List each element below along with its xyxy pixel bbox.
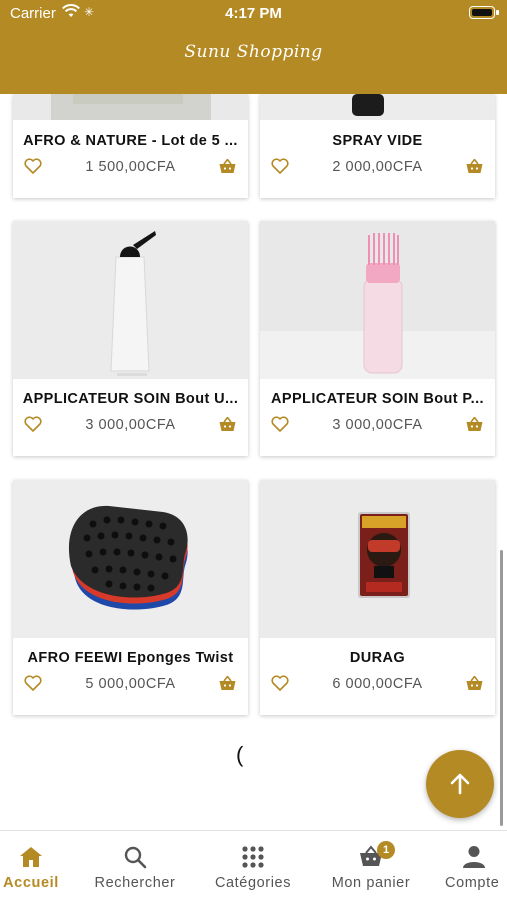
product-name[interactable]: APPLICATEUR SOIN Bout U... xyxy=(21,391,240,407)
tab-accueil[interactable]: Accueil xyxy=(0,831,62,900)
product-card[interactable]: AFRO & NATURE - Lot de 5 ... 1 500,00CFA xyxy=(13,94,248,198)
scroll-to-top-button[interactable] xyxy=(426,750,494,818)
cart-count-badge: 1 xyxy=(377,841,395,859)
product-name[interactable]: AFRO FEEWI Eponges Twist xyxy=(21,650,240,666)
tab-label: Accueil xyxy=(3,875,59,891)
battery-icon xyxy=(469,6,499,19)
app-header: Carrier ✳ 4:17 PM Sunu Shopping xyxy=(0,0,507,94)
product-image[interactable] xyxy=(13,221,248,379)
product-name[interactable]: DURAG xyxy=(268,650,487,666)
product-price: 3 000,00CFA xyxy=(332,417,423,433)
heart-icon[interactable] xyxy=(271,158,289,174)
loading-spinner: ( xyxy=(236,742,244,767)
product-image[interactable] xyxy=(260,94,495,120)
tab-mon-panier[interactable]: 1 Mon panier xyxy=(322,831,420,900)
product-price: 6 000,00CFA xyxy=(332,676,423,692)
product-image[interactable] xyxy=(13,480,248,638)
heart-icon[interactable] xyxy=(271,675,289,691)
product-price: 5 000,00CFA xyxy=(85,676,176,692)
clock: 4:17 PM xyxy=(225,5,282,22)
add-to-cart-icon[interactable] xyxy=(466,159,483,174)
heart-icon[interactable] xyxy=(24,158,42,174)
product-price: 3 000,00CFA xyxy=(85,417,176,433)
add-to-cart-icon[interactable] xyxy=(219,417,236,432)
add-to-cart-icon[interactable] xyxy=(466,676,483,691)
arrow-up-icon xyxy=(450,773,470,795)
product-price: 1 500,00CFA xyxy=(85,159,176,175)
product-name[interactable]: APPLICATEUR SOIN Bout P... xyxy=(268,391,487,407)
heart-icon[interactable] xyxy=(24,416,42,432)
add-to-cart-icon[interactable] xyxy=(466,417,483,432)
product-image[interactable] xyxy=(260,221,495,379)
tab-label: Mon panier xyxy=(331,875,411,891)
grid-icon xyxy=(242,846,264,868)
tab-compte[interactable]: Compte xyxy=(440,831,507,900)
product-card[interactable]: DURAG 6 000,00CFA xyxy=(260,480,495,715)
product-grid[interactable]: AFRO & NATURE - Lot de 5 ... 1 500,00CFA… xyxy=(0,94,507,830)
product-price: 2 000,00CFA xyxy=(332,159,423,175)
product-card[interactable]: AFRO FEEWI Eponges Twist 5 000,00CFA xyxy=(13,480,248,715)
heart-icon[interactable] xyxy=(271,416,289,432)
tab-label: Catégories xyxy=(214,875,292,891)
tab-label: Rechercher xyxy=(94,875,176,891)
tab-rechercher[interactable]: Rechercher xyxy=(84,831,186,900)
person-icon xyxy=(462,846,485,868)
product-card[interactable]: SPRAY VIDE 2 000,00CFA xyxy=(260,94,495,198)
tab-label: Compte xyxy=(445,875,500,891)
tab-categories[interactable]: Catégories xyxy=(203,831,303,900)
heart-icon[interactable] xyxy=(24,675,42,691)
product-image[interactable] xyxy=(260,480,495,638)
product-name[interactable]: SPRAY VIDE xyxy=(268,133,487,149)
brand-logo: Sunu Shopping xyxy=(184,42,323,62)
home-icon xyxy=(20,847,42,867)
product-card[interactable]: APPLICATEUR SOIN Bout P... 3 000,00CFA xyxy=(260,221,495,456)
product-image[interactable] xyxy=(13,94,248,120)
search-icon xyxy=(124,846,147,869)
bottom-tab-bar: Accueil Rechercher Catégories 1 Mon pani… xyxy=(0,830,507,900)
add-to-cart-icon[interactable] xyxy=(219,159,236,174)
scrollbar[interactable] xyxy=(500,550,503,826)
status-bar: Carrier ✳ 4:17 PM xyxy=(0,0,507,28)
product-name[interactable]: AFRO & NATURE - Lot de 5 ... xyxy=(21,133,240,149)
add-to-cart-icon[interactable] xyxy=(219,676,236,691)
product-card[interactable]: APPLICATEUR SOIN Bout U... 3 000,00CFA xyxy=(13,221,248,456)
